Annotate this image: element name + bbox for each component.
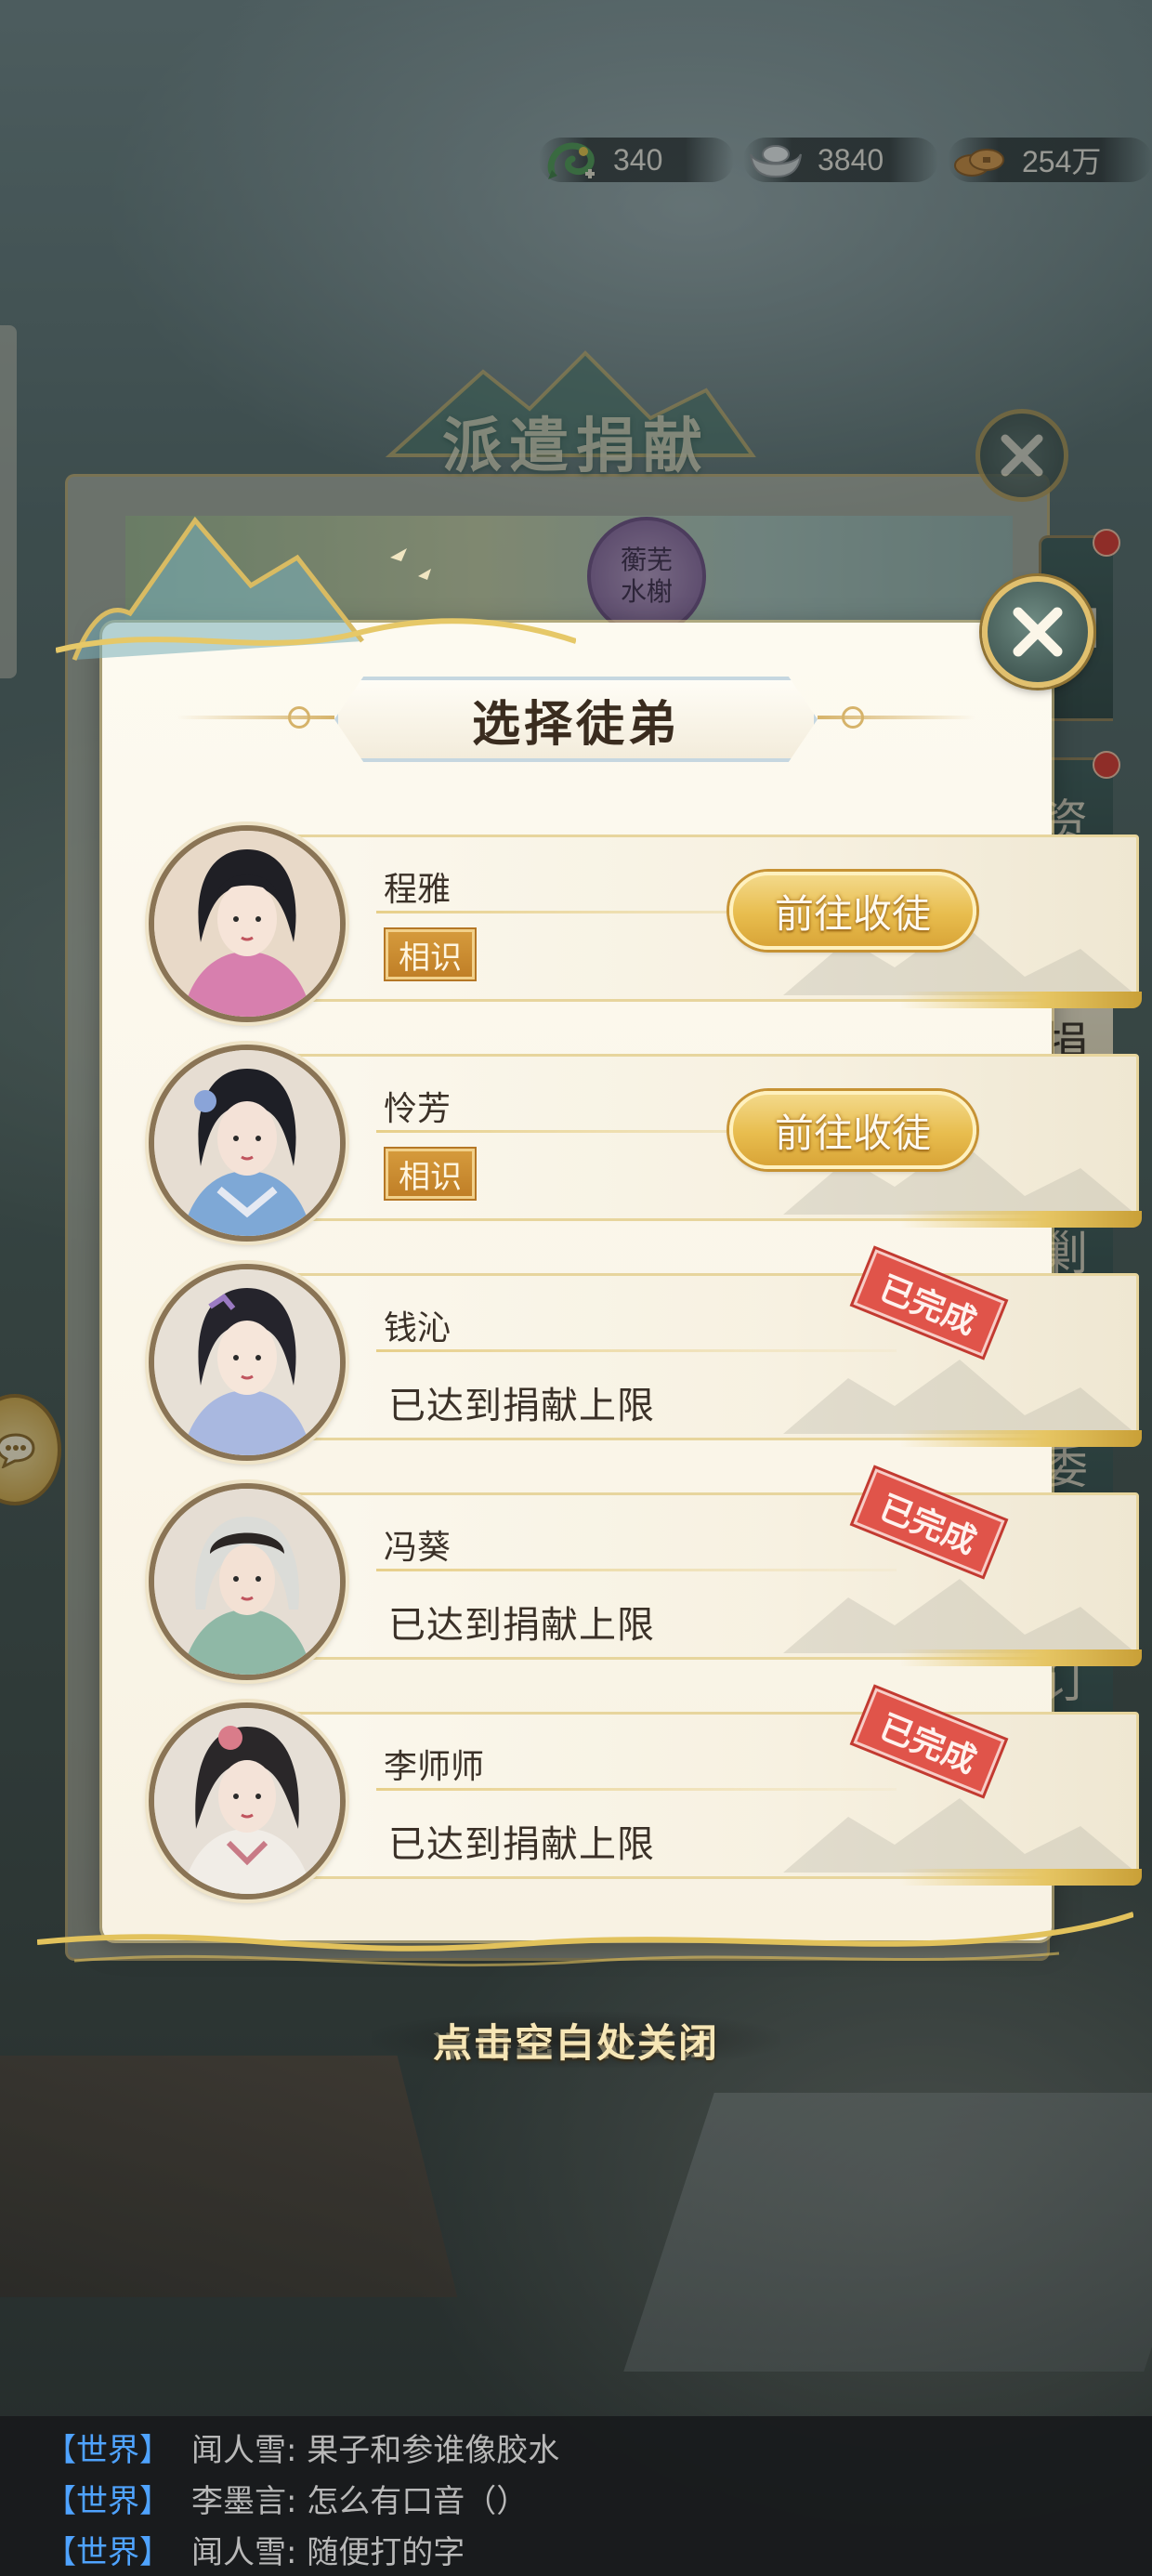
recruit-button[interactable]: 前往收徒 (729, 1091, 976, 1169)
donation-status: 已达到捐献上限 (388, 1823, 655, 1866)
disciple-card[interactable]: 程雅 相识 前往收徒 (149, 825, 1142, 1022)
hills-decoration (783, 1798, 1136, 1873)
disciple-name: 怜芳 (384, 1090, 452, 1128)
modal-title: 选择徒弟 (471, 695, 680, 753)
recruit-button[interactable]: 前往收徒 (729, 872, 976, 950)
chat-message: 【世界】 闻人雪: 果子和参谁像胶水 (45, 2422, 1152, 2473)
disciple-avatar[interactable] (149, 825, 346, 1022)
hills-decoration (783, 1579, 1136, 1653)
disciple-card[interactable]: 钱沁 已达到捐献上限 已完成 (149, 1249, 1142, 1461)
modal-title-plaque: 选择徒弟 (334, 677, 818, 762)
relation-tag: 相识 (386, 1149, 475, 1199)
world-chat[interactable]: 【世界】 闻人雪: 果子和参谁像胶水 【世界】 李墨言: 怎么有口音（） 【世界… (0, 2416, 1152, 2576)
cloud-ornament-bottom (37, 1912, 1133, 1967)
chat-text: 李墨言: 怎么有口音（） (191, 2483, 529, 2520)
close-hint-reflection: 点击空白处关闭 (432, 2029, 719, 2061)
close-button[interactable] (982, 576, 1093, 688)
chat-channel[interactable]: 【世界】 (45, 2527, 191, 2572)
disciple-avatar[interactable] (149, 1702, 346, 1899)
title-knot-right (842, 706, 864, 729)
close-icon (1013, 607, 1063, 657)
chat-text: 闻人雪: 随便打的字 (191, 2534, 465, 2571)
name-divider (376, 1788, 897, 1791)
disciple-avatar[interactable] (149, 1045, 346, 1242)
chat-channel[interactable]: 【世界】 (45, 2425, 191, 2470)
disciple-card[interactable]: 李师师 已达到捐献上限 已完成 (149, 1688, 1142, 1899)
disciple-name: 程雅 (384, 871, 452, 909)
donation-status: 已达到捐献上限 (388, 1385, 655, 1427)
disciple-card[interactable]: 冯葵 已达到捐献上限 已完成 (149, 1468, 1142, 1680)
chat-message: 【世界】 闻人雪: 随便打的字 (45, 2524, 1152, 2575)
name-divider (376, 1569, 897, 1571)
disciple-avatar[interactable] (149, 1483, 346, 1680)
name-divider (376, 1349, 897, 1352)
title-divider-left (177, 716, 334, 719)
disciple-name: 冯葵 (384, 1529, 452, 1567)
chat-text: 闻人雪: 果子和参谁像胶水 (191, 2432, 560, 2469)
chat-channel[interactable]: 【世界】 (45, 2476, 191, 2521)
relation-tag: 相识 (386, 929, 475, 979)
disciple-avatar[interactable] (149, 1264, 346, 1461)
disciple-card[interactable]: 怜芳 相识 前往收徒 (149, 1045, 1142, 1242)
mountain-cloud-ornament (56, 516, 576, 661)
title-knot-left (288, 706, 310, 729)
hills-decoration (783, 1360, 1136, 1434)
disciple-name: 李师师 (384, 1748, 485, 1786)
chat-message: 【世界】 李墨言: 怎么有口音（） (45, 2473, 1152, 2524)
disciple-name: 钱沁 (384, 1309, 452, 1347)
donation-status: 已达到捐献上限 (388, 1604, 655, 1647)
